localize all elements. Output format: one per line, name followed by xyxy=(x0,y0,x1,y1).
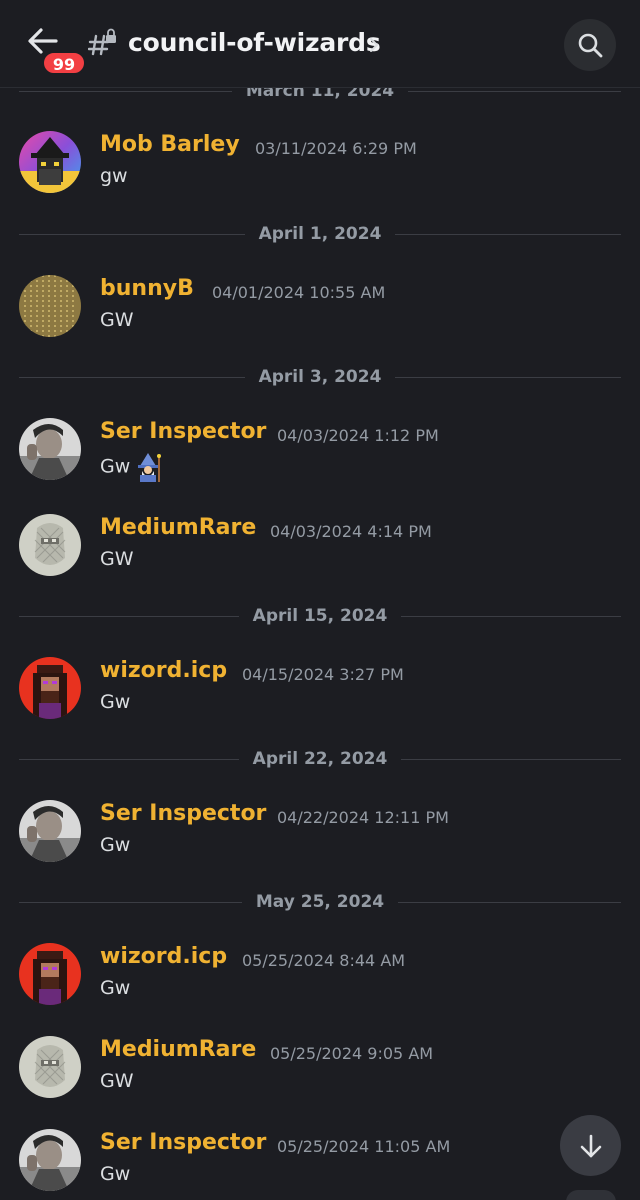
timestamp: 03/11/2024 6:29 PM xyxy=(255,139,417,158)
username[interactable]: Ser Inspector xyxy=(100,419,266,444)
date-label: May 25, 2024 xyxy=(241,892,399,912)
message-item[interactable]: Mob Barley 03/11/2024 6:29 PM gw xyxy=(19,131,621,201)
timestamp: 04/15/2024 3:27 PM xyxy=(242,665,404,684)
username[interactable]: wizord.icp xyxy=(100,944,227,969)
timestamp: 05/25/2024 9:05 AM xyxy=(270,1044,434,1063)
message-text: Gw xyxy=(100,691,131,713)
date-divider: April 1, 2024 xyxy=(19,224,621,244)
message-item[interactable]: MediumRare 05/25/2024 9:05 AM GW xyxy=(19,1036,621,1106)
message-item[interactable]: Ser Inspector 04/22/2024 12:11 PM Gw xyxy=(19,800,621,870)
message-item[interactable]: wizord.icp 05/25/2024 8:44 AM Gw xyxy=(19,943,621,1013)
date-label: April 3, 2024 xyxy=(244,367,396,387)
timestamp: 04/03/2024 1:12 PM xyxy=(277,426,439,445)
avatar[interactable] xyxy=(19,418,81,480)
username[interactable]: MediumRare xyxy=(100,515,256,540)
date-label: April 22, 2024 xyxy=(238,749,402,769)
search-button[interactable] xyxy=(564,19,616,71)
date-divider: April 22, 2024 xyxy=(19,749,621,769)
username[interactable]: MediumRare xyxy=(100,1037,256,1062)
message-text: Gw xyxy=(100,977,131,999)
message-item[interactable]: Ser Inspector 05/25/2024 11:05 AM Gw xyxy=(19,1129,621,1199)
date-divider: April 15, 2024 xyxy=(19,606,621,626)
message-text: GW xyxy=(100,548,134,570)
search-icon xyxy=(578,33,603,58)
message-text: GW xyxy=(100,1070,134,1092)
chevron-right-icon[interactable] xyxy=(367,36,381,54)
date-label: April 15, 2024 xyxy=(238,606,402,626)
message-item[interactable]: wizord.icp 04/15/2024 3:27 PM Gw xyxy=(19,657,621,727)
unread-badge: 99 xyxy=(42,51,86,75)
avatar[interactable] xyxy=(19,943,81,1005)
mage-emoji xyxy=(134,452,164,482)
message-text: Gw xyxy=(100,1163,131,1185)
timestamp: 05/25/2024 8:44 AM xyxy=(242,951,406,970)
avatar[interactable] xyxy=(19,1129,81,1191)
username[interactable]: Ser Inspector xyxy=(100,1130,266,1155)
timestamp: 05/25/2024 11:05 AM xyxy=(277,1137,451,1156)
message-item[interactable]: MediumRare 04/03/2024 4:14 PM GW xyxy=(19,514,621,584)
arrow-down-icon xyxy=(580,1134,601,1157)
username[interactable]: Mob Barley xyxy=(100,132,240,157)
message-item[interactable]: Ser Inspector 04/03/2024 1:12 PM Gw xyxy=(19,418,621,488)
avatar[interactable] xyxy=(19,275,81,337)
date-divider: May 25, 2024 xyxy=(19,892,621,912)
username[interactable]: Ser Inspector xyxy=(100,801,266,826)
avatar[interactable] xyxy=(19,800,81,862)
avatar[interactable] xyxy=(19,657,81,719)
message-text: Gw xyxy=(100,834,131,856)
date-label: April 1, 2024 xyxy=(244,224,396,244)
channel-header: 99 council-of-wizards xyxy=(0,0,640,88)
message-item[interactable]: bunnyB 04/01/2024 10:55 AM GW xyxy=(19,275,621,345)
message-text: GW xyxy=(100,309,134,331)
avatar[interactable] xyxy=(19,514,81,576)
message-text-content: Gw xyxy=(100,455,131,478)
timestamp: 04/03/2024 4:14 PM xyxy=(270,522,432,541)
username[interactable]: wizord.icp xyxy=(100,658,227,683)
jump-to-bottom-button[interactable] xyxy=(560,1115,621,1176)
locked-hash-icon xyxy=(87,28,118,60)
timestamp: 04/22/2024 12:11 PM xyxy=(277,808,449,827)
username[interactable]: bunnyB xyxy=(100,276,194,301)
timestamp: 04/01/2024 10:55 AM xyxy=(212,283,386,302)
channel-title[interactable]: council-of-wizards xyxy=(128,28,381,57)
avatar[interactable] xyxy=(19,131,81,193)
message-text: Gw xyxy=(100,452,164,482)
message-feed[interactable]: March 11, 2024 Mob Barley 03/11/2024 6:2… xyxy=(0,0,640,1200)
avatar[interactable] xyxy=(19,1036,81,1098)
partial-button[interactable] xyxy=(566,1190,616,1200)
date-divider: April 3, 2024 xyxy=(19,367,621,387)
message-text: gw xyxy=(100,165,128,187)
